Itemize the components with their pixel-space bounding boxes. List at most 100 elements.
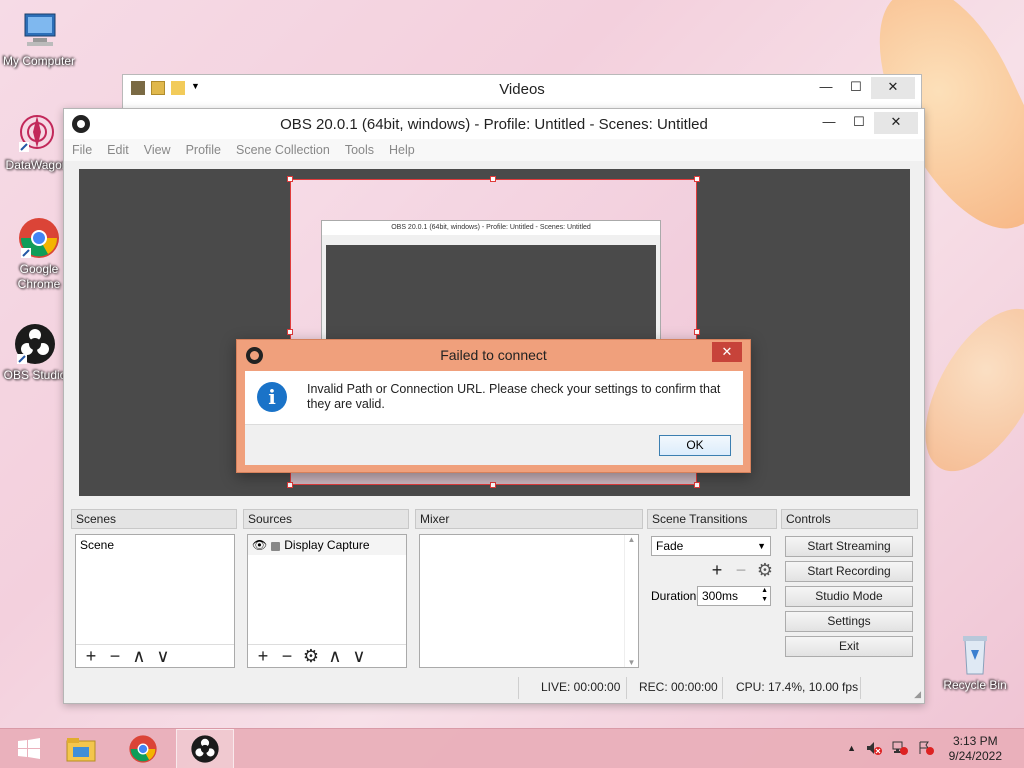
list-item[interactable]: 👁 Display Capture — [248, 535, 406, 555]
move-source-up-button[interactable]: ∧ — [326, 647, 344, 665]
desktop-icon-label: My Computer — [2, 54, 76, 68]
move-source-down-button[interactable]: ∨ — [350, 647, 368, 665]
chrome-icon — [129, 735, 157, 763]
close-button[interactable]: ✕ — [871, 77, 915, 99]
duration-spinbox[interactable]: 300ms ▲ ▼ — [697, 586, 771, 606]
duration-value: 300ms — [702, 589, 739, 603]
menu-edit[interactable]: Edit — [107, 143, 129, 157]
minimize-button[interactable]: — — [814, 112, 844, 134]
taskbar-file-explorer[interactable] — [52, 729, 110, 768]
move-scene-down-button[interactable]: ∨ — [154, 647, 172, 665]
add-transition-button[interactable]: + — [708, 561, 726, 579]
desktop-icon-recycle-bin[interactable]: Recycle Bin — [936, 632, 1014, 693]
exit-button[interactable]: Exit — [785, 636, 913, 657]
controls-header: Controls — [781, 509, 918, 529]
resize-handle[interactable] — [287, 482, 293, 488]
clock[interactable]: 3:13 PM 9/24/2022 — [949, 734, 1002, 764]
system-tray: ▲ — [847, 741, 934, 755]
resize-handle[interactable] — [694, 482, 700, 488]
scroll-down-icon[interactable]: ▼ — [625, 658, 638, 667]
resize-handle[interactable] — [694, 329, 700, 335]
windows-logo-icon — [18, 738, 40, 759]
dialog-close-button[interactable]: ✕ — [712, 342, 742, 362]
preview-mini-title: OBS 20.0.1 (64bit, windows) - Profile: U… — [322, 221, 660, 235]
start-streaming-button[interactable]: Start Streaming — [785, 536, 913, 557]
action-center-icon[interactable] — [918, 741, 934, 755]
videos-window[interactable]: ▼ Videos — ☐ ✕ — [122, 74, 922, 110]
desktop-icon-label: Recycle Bin — [943, 678, 1007, 692]
divider — [76, 644, 234, 645]
computer-icon — [17, 8, 61, 52]
eye-icon[interactable]: 👁 — [252, 538, 267, 552]
rec-timer: REC: 00:00:00 — [639, 680, 718, 694]
add-scene-button[interactable]: + — [82, 647, 100, 665]
minimize-button[interactable]: — — [811, 77, 841, 99]
divider — [626, 677, 627, 699]
network-icon[interactable] — [892, 741, 908, 755]
mixer-area[interactable]: ▲ ▼ — [419, 534, 639, 668]
taskbar-obs[interactable] — [176, 729, 234, 768]
list-item[interactable]: Scene — [76, 535, 234, 553]
add-source-button[interactable]: + — [254, 647, 272, 665]
dialog-footer: OK — [245, 424, 743, 465]
obs-icon — [191, 735, 219, 763]
obs-titlebar[interactable]: OBS 20.0.1 (64bit, windows) - Profile: U… — [64, 109, 924, 139]
sources-header: Sources — [243, 509, 409, 529]
menu-profile[interactable]: Profile — [186, 143, 221, 157]
clock-time: 3:13 PM — [952, 734, 998, 748]
menu-tools[interactable]: Tools — [345, 143, 374, 157]
scene-transitions-panel: Scene Transitions Fade ▼ + − ⚙ Duration … — [647, 509, 777, 606]
maximize-button[interactable]: ☐ — [844, 112, 874, 134]
sources-panel: Sources 👁 Display Capture + − ⚙ ∧ ∨ — [243, 509, 409, 668]
settings-button[interactable]: Settings — [785, 611, 913, 632]
scroll-up-icon[interactable]: ▲ — [625, 535, 638, 544]
start-button[interactable] — [0, 729, 58, 768]
lock-icon[interactable] — [271, 541, 281, 551]
transition-select[interactable]: Fade ▼ — [651, 536, 771, 556]
remove-source-button[interactable]: − — [278, 647, 296, 665]
mixer-scrollbar[interactable]: ▲ ▼ — [624, 535, 638, 667]
resize-handle[interactable] — [490, 482, 496, 488]
spin-arrows-icon[interactable]: ▲ ▼ — [761, 586, 768, 604]
resize-handle[interactable] — [490, 176, 496, 182]
close-button[interactable]: ✕ — [874, 112, 918, 134]
failed-to-connect-dialog[interactable]: Failed to connect ✕ i Invalid Path or Co… — [236, 339, 751, 473]
menu-scene-collection[interactable]: Scene Collection — [236, 143, 330, 157]
ok-button[interactable]: OK — [659, 435, 731, 456]
scenes-header: Scenes — [71, 509, 237, 529]
start-recording-button[interactable]: Start Recording — [785, 561, 913, 582]
scenes-list[interactable]: Scene + − ∧ ∨ — [75, 534, 235, 668]
remove-scene-button[interactable]: − — [106, 647, 124, 665]
mixer-panel: Mixer ▲ ▼ — [415, 509, 643, 668]
show-hidden-icons-icon[interactable]: ▲ — [847, 743, 856, 755]
menu-file[interactable]: File — [72, 143, 92, 157]
transition-properties-button[interactable]: ⚙ — [756, 561, 774, 579]
sources-list[interactable]: 👁 Display Capture + − ⚙ ∧ ∨ — [247, 534, 407, 668]
cpu-status: CPU: 17.4%, 10.00 fps — [736, 680, 859, 694]
move-scene-up-button[interactable]: ∧ — [130, 647, 148, 665]
datawagon-icon — [15, 112, 59, 156]
taskbar-chrome[interactable] — [114, 729, 172, 768]
status-bar: LIVE: 00:00:00 REC: 00:00:00 CPU: 17.4%,… — [64, 673, 924, 703]
scene-transitions-header: Scene Transitions — [647, 509, 777, 529]
desktop-icon-my-computer[interactable]: My Computer — [0, 8, 78, 69]
resize-grip-icon[interactable]: ◢ — [914, 689, 921, 700]
resize-handle[interactable] — [694, 176, 700, 182]
studio-mode-button[interactable]: Studio Mode — [785, 586, 913, 607]
volume-muted-icon[interactable] — [866, 741, 882, 755]
menu-view[interactable]: View — [144, 143, 171, 157]
remove-transition-button[interactable]: − — [732, 561, 750, 579]
resize-handle[interactable] — [287, 329, 293, 335]
maximize-button[interactable]: ☐ — [841, 77, 871, 99]
clock-date: 9/24/2022 — [948, 749, 1002, 763]
mixer-header: Mixer — [415, 509, 643, 529]
scenes-panel: Scenes Scene + − ∧ ∨ — [71, 509, 237, 668]
source-properties-button[interactable]: ⚙ — [302, 647, 320, 665]
chevron-down-icon: ▼ — [757, 541, 766, 551]
live-timer: LIVE: 00:00:00 — [541, 680, 621, 694]
obs-window-title: OBS 20.0.1 (64bit, windows) - Profile: U… — [280, 116, 708, 133]
resize-handle[interactable] — [287, 176, 293, 182]
dialog-body: i Invalid Path or Connection URL. Please… — [245, 371, 743, 465]
menu-help[interactable]: Help — [389, 143, 415, 157]
transition-select-value: Fade — [656, 539, 684, 553]
